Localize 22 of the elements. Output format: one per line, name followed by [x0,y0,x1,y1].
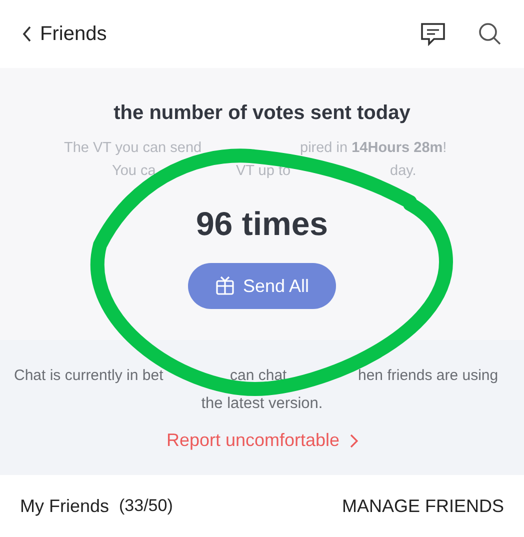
chevron-icon [350,434,358,448]
friends-label: My Friends [20,496,110,516]
notice-text: Chat is currently in bet [14,366,164,386]
notice-text: the latest version. [201,394,323,414]
notice-text: VT up to [236,162,291,181]
manage-friends-button[interactable]: MANAGE FRIENDS [342,496,504,516]
search-icon[interactable] [478,22,502,46]
notice-text: You ca [112,162,156,181]
page-title: Friends [40,22,108,46]
votes-title: the number of votes sent today [114,102,410,125]
notice-text: hen friends are using [358,366,498,386]
back-icon[interactable] [22,25,32,43]
notice-text: The VT you can send [64,139,202,158]
report-link[interactable]: Report uncomfortable [166,430,358,451]
notice-text: pired in 14Hours 28m! [300,139,447,158]
message-icon[interactable] [420,22,446,46]
friends-count: (33/50) [119,496,174,516]
notice-text: can chat [230,366,287,386]
notice-text: day. [390,162,416,181]
gift-icon [214,276,235,296]
send-all-button[interactable]: Send All [188,263,336,309]
vote-count: 96 times [196,205,328,243]
